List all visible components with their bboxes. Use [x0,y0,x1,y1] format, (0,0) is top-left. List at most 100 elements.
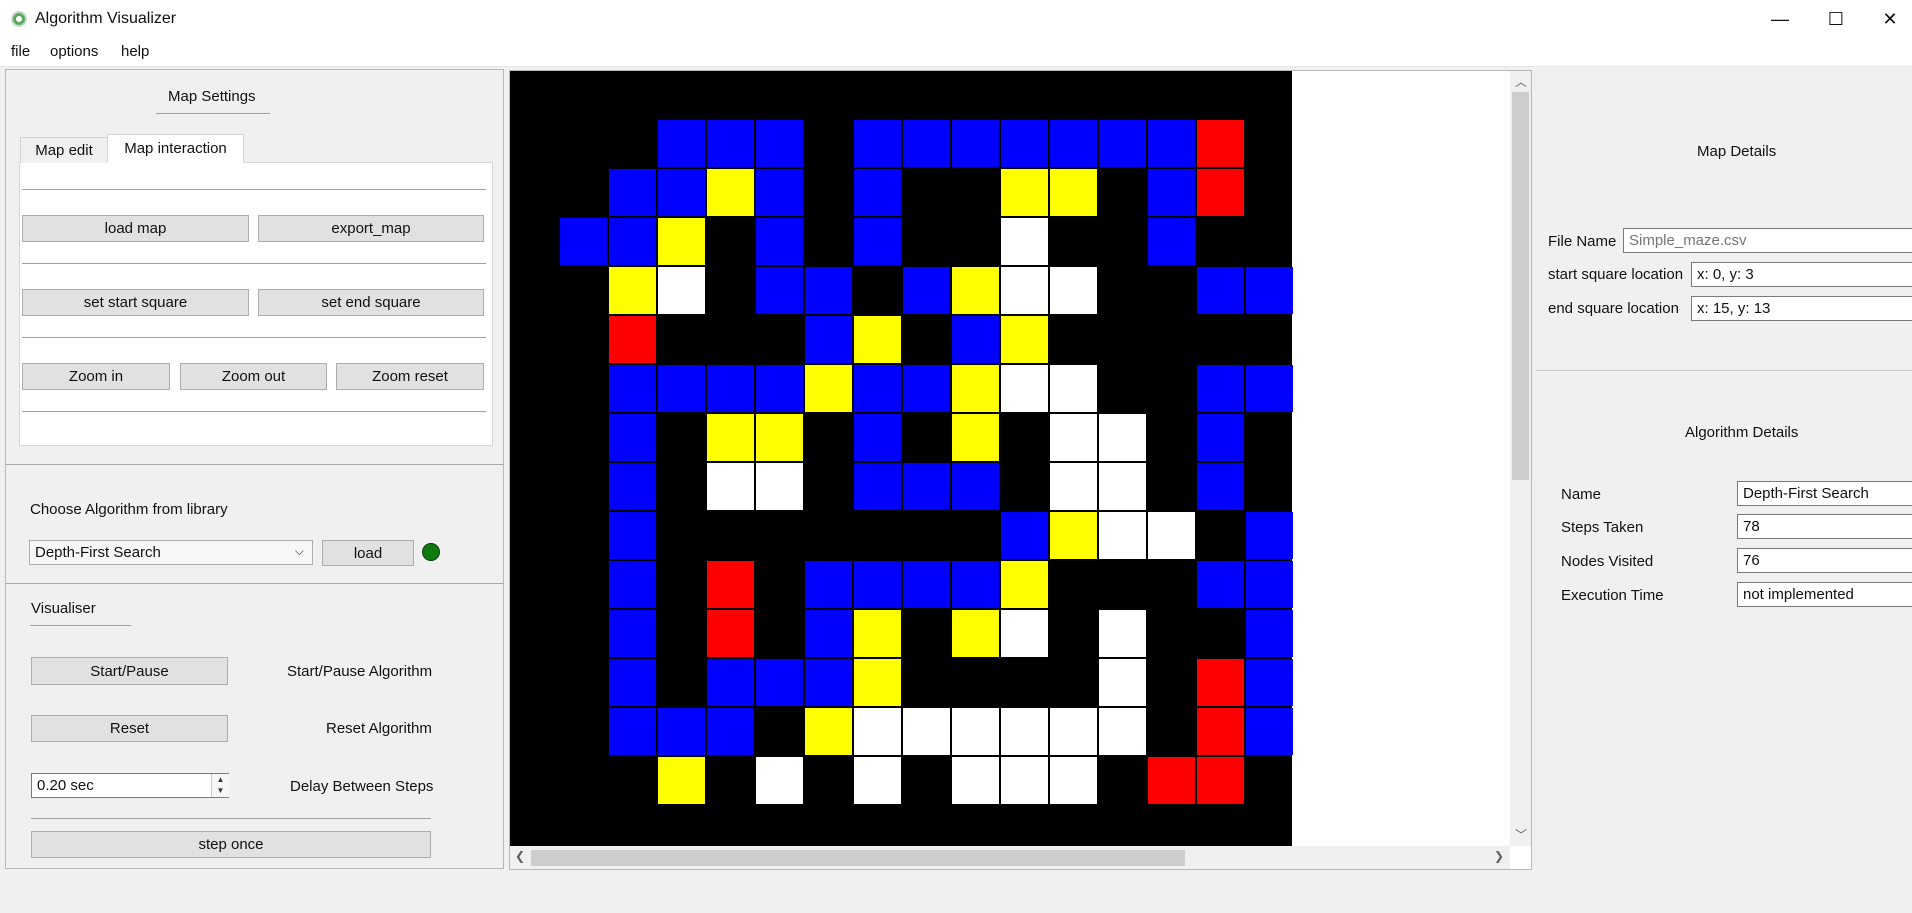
maze-cell-blue[interactable] [805,610,852,657]
maze-cell-white[interactable] [1001,757,1048,804]
maze-cell-blue[interactable] [1001,512,1048,559]
maze-cell-yellow[interactable] [952,414,999,461]
maze-cell-white[interactable] [952,757,999,804]
maze-cell-white[interactable] [1001,610,1048,657]
maze-cell-blue[interactable] [609,659,656,706]
maze-cell-yellow[interactable] [805,708,852,755]
maze-cell-blue[interactable] [903,561,950,608]
maze-cell-white[interactable] [1148,512,1195,559]
maze-cell-blue[interactable] [952,316,999,363]
maze-cell-blue[interactable] [952,561,999,608]
maze-cell-blue[interactable] [1148,218,1195,265]
maze-cell-yellow[interactable] [854,316,901,363]
maze-cell-yellow[interactable] [707,169,754,216]
maze-cell-yellow[interactable] [1050,512,1097,559]
maze-cell-blue[interactable] [609,561,656,608]
maze-cell-yellow[interactable] [854,659,901,706]
maze-cell-blue[interactable] [854,463,901,510]
maze-cell-white[interactable] [1099,659,1146,706]
end-location-field[interactable]: x: 15, y: 13 [1691,296,1912,321]
execution-time-field[interactable]: not implemented [1737,582,1912,607]
maze-cell-white[interactable] [903,708,950,755]
maze-cell-blue[interactable] [756,169,803,216]
maze-cell-yellow[interactable] [1001,316,1048,363]
maze-cell-white[interactable] [1001,267,1048,314]
maze-cell-white[interactable] [658,267,705,314]
zoom-in-button[interactable]: Zoom in [22,363,170,390]
maximize-button[interactable]: ☐ [1808,0,1864,38]
nodes-visited-field[interactable]: 76 [1737,548,1912,573]
maze-cell-blue[interactable] [609,365,656,412]
maze-cell-blue[interactable] [854,365,901,412]
maze-cell-blue[interactable] [609,169,656,216]
maze-cell-red[interactable] [1197,120,1244,167]
maze-cell-red[interactable] [707,561,754,608]
maze-cell-blue[interactable] [609,463,656,510]
maze-cell-blue[interactable] [1197,463,1244,510]
maze-grid[interactable] [510,71,1293,846]
maze-cell-yellow[interactable] [854,610,901,657]
zoom-reset-button[interactable]: Zoom reset [336,363,484,390]
menu-file[interactable]: file [11,43,30,60]
maze-cell-blue[interactable] [707,708,754,755]
maze-cell-blue[interactable] [1050,120,1097,167]
step-once-button[interactable]: step once [31,831,431,858]
start-pause-button[interactable]: Start/Pause [31,657,228,685]
maze-cell-blue[interactable] [1246,512,1293,559]
maze-cell-blue[interactable] [1197,414,1244,461]
maze-cell-blue[interactable] [560,218,607,265]
maze-cell-blue[interactable] [805,659,852,706]
scroll-up-icon[interactable]: ︿ [1515,73,1527,90]
maze-cell-blue[interactable] [1148,169,1195,216]
file-name-field[interactable] [1623,228,1912,253]
maze-cell-white[interactable] [854,757,901,804]
menu-options[interactable]: options [50,43,98,60]
maze-cell-blue[interactable] [658,120,705,167]
maze-cell-red[interactable] [1148,757,1195,804]
maze-cell-blue[interactable] [1099,120,1146,167]
maze-cell-red[interactable] [609,316,656,363]
maze-cell-yellow[interactable] [658,218,705,265]
maze-cell-blue[interactable] [1246,365,1293,412]
maze-cell-blue[interactable] [854,169,901,216]
maze-cell-blue[interactable] [1246,708,1293,755]
maze-cell-blue[interactable] [756,365,803,412]
start-location-field[interactable]: x: 0, y: 3 [1691,262,1912,287]
reset-button[interactable]: Reset [31,715,228,742]
maze-cell-blue[interactable] [1148,120,1195,167]
maze-cell-white[interactable] [1050,708,1097,755]
maze-cell-white[interactable] [756,463,803,510]
load-algorithm-button[interactable]: load [322,540,414,566]
maze-cell-white[interactable] [1001,218,1048,265]
maze-cell-blue[interactable] [854,561,901,608]
delay-stepper[interactable]: ▲ ▼ [211,774,229,797]
maze-cell-blue[interactable] [756,218,803,265]
maze-cell-blue[interactable] [952,463,999,510]
close-button[interactable]: ✕ [1862,0,1912,38]
maze-cell-white[interactable] [1099,463,1146,510]
maze-cell-blue[interactable] [756,120,803,167]
maze-cell-blue[interactable] [805,267,852,314]
maze-cell-blue[interactable] [609,512,656,559]
maze-cell-blue[interactable] [1197,267,1244,314]
export-map-button[interactable]: export_map [258,215,484,242]
step-down-icon[interactable]: ▼ [212,785,229,796]
minimize-button[interactable]: — [1752,0,1808,38]
maze-cell-blue[interactable] [609,610,656,657]
maze-cell-white[interactable] [1001,708,1048,755]
maze-cell-blue[interactable] [952,120,999,167]
delay-spinbox[interactable]: 0.20 sec [31,773,229,798]
maze-cell-yellow[interactable] [952,610,999,657]
maze-cell-blue[interactable] [707,365,754,412]
maze-cell-blue[interactable] [756,659,803,706]
maze-cell-white[interactable] [1001,365,1048,412]
maze-cell-white[interactable] [1050,267,1097,314]
maze-cell-white[interactable] [1099,708,1146,755]
load-map-button[interactable]: load map [22,215,249,242]
maze-cell-blue[interactable] [1246,561,1293,608]
maze-cell-blue[interactable] [756,267,803,314]
maze-cell-yellow[interactable] [1001,169,1048,216]
maze-cell-blue[interactable] [854,414,901,461]
scroll-left-icon[interactable]: ❮ [515,849,525,863]
maze-cell-yellow[interactable] [658,757,705,804]
